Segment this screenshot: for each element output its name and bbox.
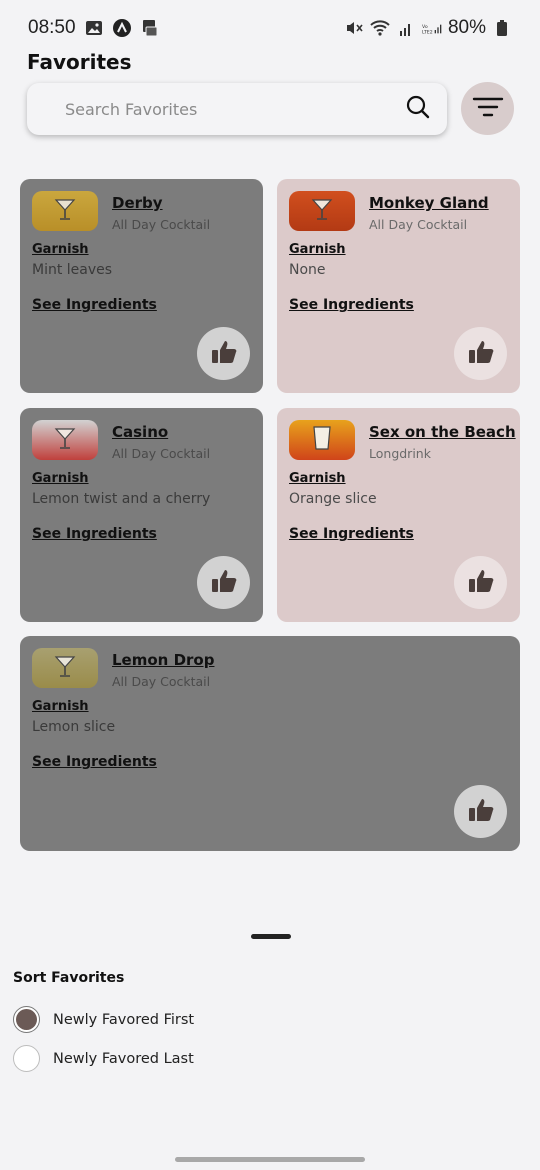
- garnish-label: Garnish: [32, 699, 89, 714]
- like-button[interactable]: [454, 556, 507, 609]
- favorite-card[interactable]: Casino All Day Cocktail Garnish Lemon tw…: [20, 408, 263, 622]
- drink-category: All Day Cocktail: [112, 446, 211, 461]
- see-ingredients-link[interactable]: See Ingredients: [289, 297, 414, 313]
- garnish-label: Garnish: [32, 242, 89, 257]
- thumbs-up-icon: [466, 566, 496, 600]
- drink-title[interactable]: Casino: [112, 423, 168, 441]
- see-ingredients-link[interactable]: See Ingredients: [32, 526, 157, 542]
- drink-thumbnail: [289, 191, 355, 231]
- longdrink-glass-icon: [311, 425, 333, 455]
- drink-title[interactable]: Sex on the Beach: [369, 423, 516, 441]
- page-title: Favorites: [27, 50, 132, 74]
- radio-button-selected[interactable]: [13, 1006, 40, 1033]
- thumbs-up-icon: [466, 337, 496, 371]
- garnish-label: Garnish: [32, 471, 89, 486]
- drink-thumbnail: [32, 420, 98, 460]
- see-ingredients-link[interactable]: See Ingredients: [289, 526, 414, 542]
- see-ingredients-link[interactable]: See Ingredients: [32, 754, 157, 770]
- drink-category: All Day Cocktail: [369, 217, 468, 232]
- garnish-value: Mint leaves: [32, 262, 113, 278]
- image-icon: [84, 18, 104, 38]
- status-right: Vo LTE2 80%: [344, 17, 512, 39]
- garnish-label: Garnish: [289, 242, 346, 257]
- drink-thumbnail: [32, 191, 98, 231]
- drink-thumbnail: [289, 420, 355, 460]
- thumbs-up-icon: [209, 566, 239, 600]
- like-button[interactable]: [454, 327, 507, 380]
- favorite-card[interactable]: Sex on the Beach Longdrink Garnish Orang…: [277, 408, 520, 622]
- like-button[interactable]: [197, 327, 250, 380]
- sort-filter-icon: [472, 96, 504, 122]
- volte-signal-icon: Vo LTE2: [422, 18, 442, 38]
- signal-icon: [396, 18, 416, 38]
- status-bar: 08:50 Vo LTE2 80%: [0, 0, 540, 56]
- status-left: 08:50: [28, 17, 160, 39]
- sort-option-label: Newly Favored Last: [53, 1050, 194, 1067]
- sheet-drag-handle[interactable]: [251, 934, 291, 939]
- drink-title[interactable]: Derby: [112, 194, 163, 212]
- drink-title[interactable]: Monkey Gland: [369, 194, 489, 212]
- garnish-value: None: [289, 262, 326, 278]
- cast-icon: [140, 18, 160, 38]
- drink-category: Longdrink: [369, 446, 431, 461]
- sort-option-newly-favored-last[interactable]: Newly Favored Last: [13, 1045, 194, 1072]
- cocktail-glass-icon: [54, 654, 76, 682]
- favorite-card[interactable]: Lemon Drop All Day Cocktail Garnish Lemo…: [20, 636, 520, 851]
- garnish-value: Orange slice: [289, 491, 377, 507]
- see-ingredients-link[interactable]: See Ingredients: [32, 297, 157, 313]
- garnish-value: Lemon slice: [32, 719, 116, 735]
- filter-button[interactable]: [461, 82, 514, 135]
- garnish-value: Lemon twist and a cherry: [32, 491, 211, 507]
- like-button[interactable]: [197, 556, 250, 609]
- search-input[interactable]: Search Favorites: [27, 83, 447, 135]
- mute-icon: [344, 18, 364, 38]
- drink-category: All Day Cocktail: [112, 217, 211, 232]
- battery-percent: 80%: [447, 17, 486, 38]
- search-icon[interactable]: [405, 94, 431, 124]
- drink-thumbnail: [32, 648, 98, 688]
- favorite-card[interactable]: Monkey Gland All Day Cocktail Garnish No…: [277, 179, 520, 393]
- sort-option-label: Newly Favored First: [53, 1011, 195, 1028]
- radio-button[interactable]: [13, 1045, 40, 1072]
- battery-icon: [492, 18, 512, 38]
- thumbs-up-icon: [209, 337, 239, 371]
- status-time: 08:50: [28, 17, 76, 38]
- nearby-share-icon: [112, 18, 132, 38]
- like-button[interactable]: [454, 785, 507, 838]
- search-placeholder: Search Favorites: [65, 99, 198, 119]
- sheet-title: Sort Favorites: [13, 970, 125, 986]
- cocktail-glass-icon: [54, 426, 76, 454]
- sort-option-newly-favored-first[interactable]: Newly Favored First: [13, 1006, 194, 1033]
- radio-dot: [16, 1009, 37, 1030]
- drink-category: All Day Cocktail: [112, 674, 211, 689]
- garnish-label: Garnish: [289, 471, 346, 486]
- home-indicator[interactable]: [175, 1157, 365, 1162]
- svg-text:LTE2: LTE2: [422, 29, 433, 35]
- svg-text:Vo: Vo: [422, 24, 428, 30]
- cocktail-glass-icon: [311, 197, 333, 225]
- sort-bottom-sheet: Sort Favorites Newly Favored First Newly…: [0, 920, 540, 1170]
- wifi-icon: [370, 18, 390, 38]
- cocktail-glass-icon: [54, 197, 76, 225]
- favorite-card[interactable]: Derby All Day Cocktail Garnish Mint leav…: [20, 179, 263, 393]
- thumbs-up-icon: [466, 795, 496, 829]
- drink-title[interactable]: Lemon Drop: [112, 651, 214, 669]
